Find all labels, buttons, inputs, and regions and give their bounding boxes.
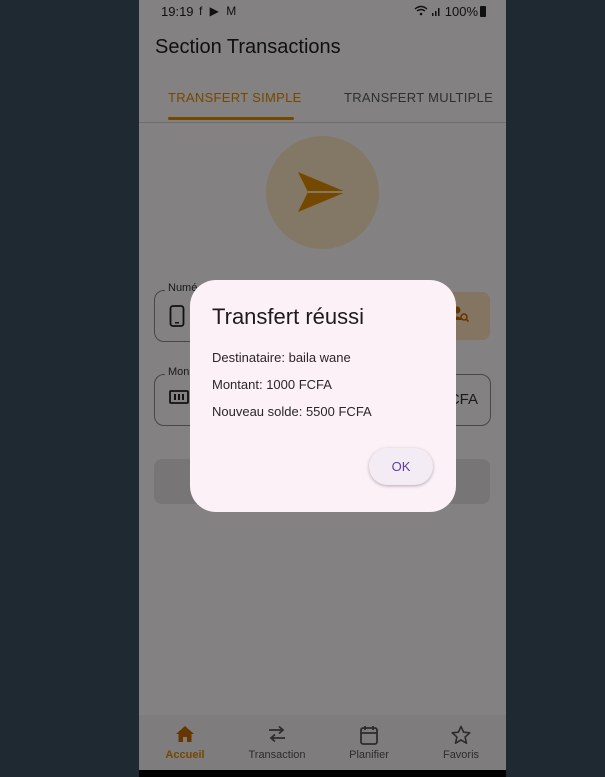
dialog-title: Transfert réussi (212, 304, 365, 329)
dialog-recipient: Destinataire: baila wane (212, 350, 351, 365)
success-dialog: Transfert réussi Destinataire: baila wan… (190, 280, 456, 512)
dialog-balance: Nouveau solde: 5500 FCFA (212, 404, 372, 419)
ok-button[interactable]: OK (369, 448, 433, 485)
dialog-amount: Montant: 1000 FCFA (212, 377, 332, 392)
phone-screen: 19:19 f ▶ M 100% Section Transactions TR… (139, 0, 506, 777)
